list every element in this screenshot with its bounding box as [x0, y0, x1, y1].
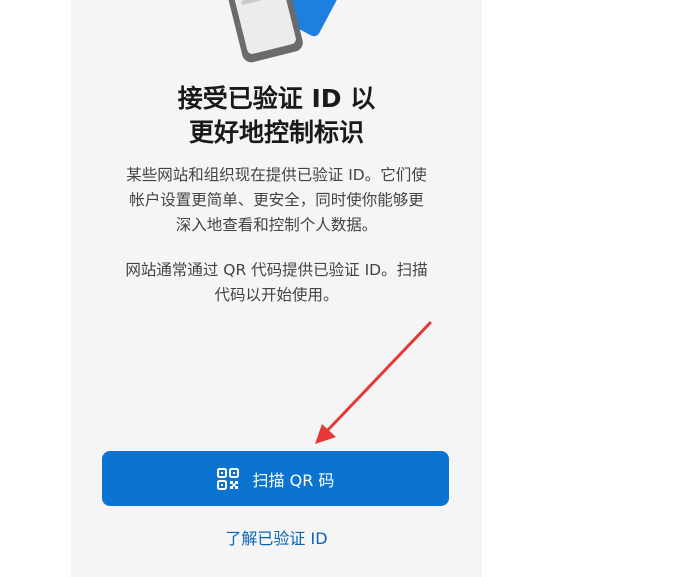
phone-card-illustration: [225, 0, 337, 63]
qr-code-icon: [216, 467, 239, 490]
verified-id-panel: 接受已验证 ID 以 更好地控制标识 某些网站和组织现在提供已验证 ID。它们使…: [71, 0, 482, 577]
scan-qr-label: 扫描 QR 码: [252, 470, 335, 490]
description-paragraph-2: 网站通常通过 QR 代码提供已验证 ID。扫描 代码以开始使用。: [101, 258, 452, 308]
scan-qr-button[interactable]: 扫描 QR 码: [102, 451, 449, 506]
description-line: 代码以开始使用。: [214, 286, 339, 304]
title-line-1: 接受已验证 ID 以: [177, 84, 376, 113]
description-line: 某些网站和组织现在提供已验证 ID。它们使: [126, 166, 427, 184]
title-line-2: 更好地控制标识: [188, 118, 364, 147]
description-line: 网站通常通过 QR 代码提供已验证 ID。扫描: [125, 261, 428, 279]
description-paragraph-1: 某些网站和组织现在提供已验证 ID。它们使 帐户设置更简单、更安全，同时使你能够…: [101, 163, 452, 238]
learn-verified-id-link[interactable]: 了解已验证 ID: [71, 527, 482, 551]
page-title: 接受已验证 ID 以 更好地控制标识: [71, 82, 482, 150]
description-line: 帐户设置更简单、更安全，同时使你能够更: [129, 191, 424, 209]
description-line: 深入地查看和控制个人数据。: [175, 216, 378, 234]
